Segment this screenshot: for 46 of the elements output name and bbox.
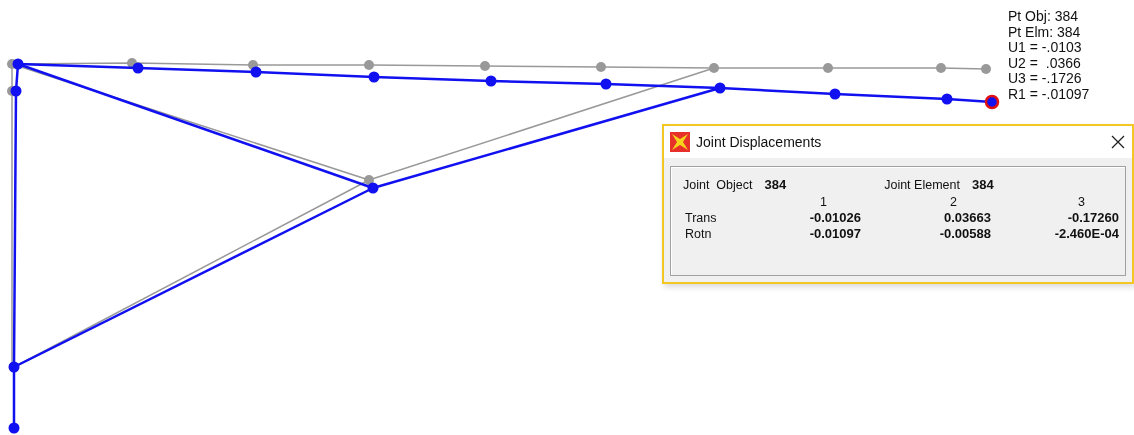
joint-element-value: 384 xyxy=(971,177,994,192)
column-header: 3 xyxy=(1077,194,1086,210)
close-icon[interactable] xyxy=(1110,134,1126,150)
joint-info-text: Pt Elm: 384 xyxy=(1008,24,1082,41)
joint-icon xyxy=(364,60,374,70)
joint-icon xyxy=(709,63,719,73)
joint-icon xyxy=(714,82,726,94)
row-label: Rotn xyxy=(684,226,713,242)
joint-icon xyxy=(250,66,262,78)
joint-info-text: U3 = -.1726 xyxy=(1008,71,1083,87)
table-cell-text: -0.01097 xyxy=(808,226,861,242)
joint-icon xyxy=(8,422,20,434)
joint-icon xyxy=(364,175,374,185)
joint-icon xyxy=(941,93,953,105)
table-cell-text: -0.17260 xyxy=(1066,210,1119,226)
joint-icon xyxy=(12,58,24,70)
selected-joint-icon[interactable] xyxy=(984,94,1000,110)
joint-info-text: Pt Obj: 384 xyxy=(1008,9,1080,25)
joint-object-value: 384 xyxy=(764,177,787,192)
joint-icon xyxy=(132,62,144,74)
dialog-title: Joint Displacements xyxy=(696,134,823,150)
table-cell-text: -0.01026 xyxy=(808,210,861,226)
joint-object-label: Joint Object xyxy=(683,178,753,192)
joint-icon xyxy=(596,62,606,72)
joint-icon xyxy=(368,71,380,83)
joint-icon xyxy=(936,63,946,73)
row-label: Trans xyxy=(684,210,718,226)
joint-icon xyxy=(823,63,833,73)
joint-icon xyxy=(8,361,20,373)
column-header: 2 xyxy=(949,194,958,210)
joint-icon xyxy=(600,78,612,90)
joint-element-label: Joint Element xyxy=(884,178,960,192)
joint-info-text: U2 = .0366 xyxy=(1008,55,1082,72)
joint-icon xyxy=(10,85,22,97)
table-cell-text: 0.03663 xyxy=(943,210,991,226)
table-cell-text: -2.460E-04 xyxy=(1053,226,1119,242)
joint-icon xyxy=(829,88,841,100)
joint-info-text: U1 = -.0103 xyxy=(1008,40,1083,56)
joint-icon xyxy=(981,64,991,74)
joint-icon xyxy=(485,75,497,87)
joint-info-text: R1 = -.01097 xyxy=(1008,86,1090,103)
table-cell-text: -0.00588 xyxy=(938,226,991,242)
joint-icon xyxy=(367,182,379,194)
column-header: 1 xyxy=(819,194,828,210)
joint-icon xyxy=(480,61,490,71)
app-icon xyxy=(670,132,690,152)
